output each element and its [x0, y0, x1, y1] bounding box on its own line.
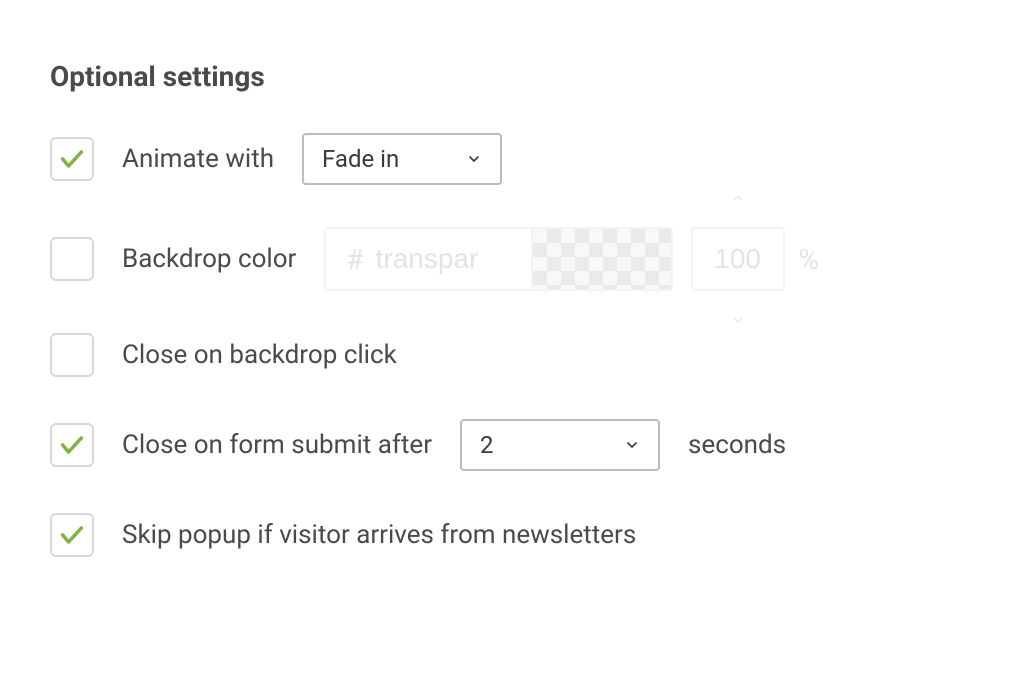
- chevron-down-icon: [624, 437, 640, 453]
- close-submit-select[interactable]: 2: [460, 419, 660, 471]
- hex-prefix: #: [326, 243, 375, 276]
- setting-row-skip-popup: Skip popup if visitor arrives from newsl…: [50, 513, 974, 557]
- skip-popup-checkbox[interactable]: [50, 513, 94, 557]
- animate-select[interactable]: Fade in: [302, 133, 502, 185]
- close-submit-select-value: 2: [480, 431, 494, 459]
- color-swatch[interactable]: [533, 227, 673, 291]
- setting-row-close-backdrop: Close on backdrop click: [50, 333, 974, 377]
- chevron-down-icon: [466, 151, 482, 167]
- hex-input[interactable]: [376, 243, 531, 275]
- skip-popup-label: Skip popup if visitor arrives from newsl…: [122, 520, 636, 550]
- chevron-down-icon: [728, 313, 748, 327]
- setting-row-close-submit: Close on form submit after 2 seconds: [50, 419, 974, 471]
- animate-select-value: Fade in: [322, 145, 399, 173]
- opacity-input-box: [691, 227, 785, 291]
- opacity-step-down[interactable]: [727, 311, 749, 329]
- section-title: Optional settings: [50, 60, 974, 93]
- opacity-input[interactable]: [708, 243, 768, 275]
- check-icon: [58, 145, 86, 173]
- close-submit-checkbox[interactable]: [50, 423, 94, 467]
- hex-input-group: #: [324, 227, 532, 291]
- chevron-up-icon: [728, 191, 748, 205]
- backdrop-checkbox[interactable]: [50, 237, 94, 281]
- close-backdrop-label: Close on backdrop click: [122, 340, 397, 370]
- opacity-step-up[interactable]: [727, 189, 749, 207]
- animate-checkbox[interactable]: [50, 137, 94, 181]
- setting-row-backdrop: Backdrop color # %: [50, 227, 974, 291]
- backdrop-controls: # %: [324, 227, 819, 291]
- animate-label: Animate with: [122, 144, 274, 174]
- backdrop-label: Backdrop color: [122, 244, 296, 274]
- setting-row-animate: Animate with Fade in: [50, 133, 974, 185]
- check-icon: [58, 431, 86, 459]
- opacity-group: %: [691, 227, 820, 291]
- check-icon: [58, 521, 86, 549]
- settings-list: Animate with Fade in Backdrop color #: [50, 133, 974, 557]
- percent-sign: %: [799, 243, 820, 276]
- close-backdrop-checkbox[interactable]: [50, 333, 94, 377]
- close-submit-label-before: Close on form submit after: [122, 430, 432, 460]
- close-submit-label-after: seconds: [688, 430, 786, 460]
